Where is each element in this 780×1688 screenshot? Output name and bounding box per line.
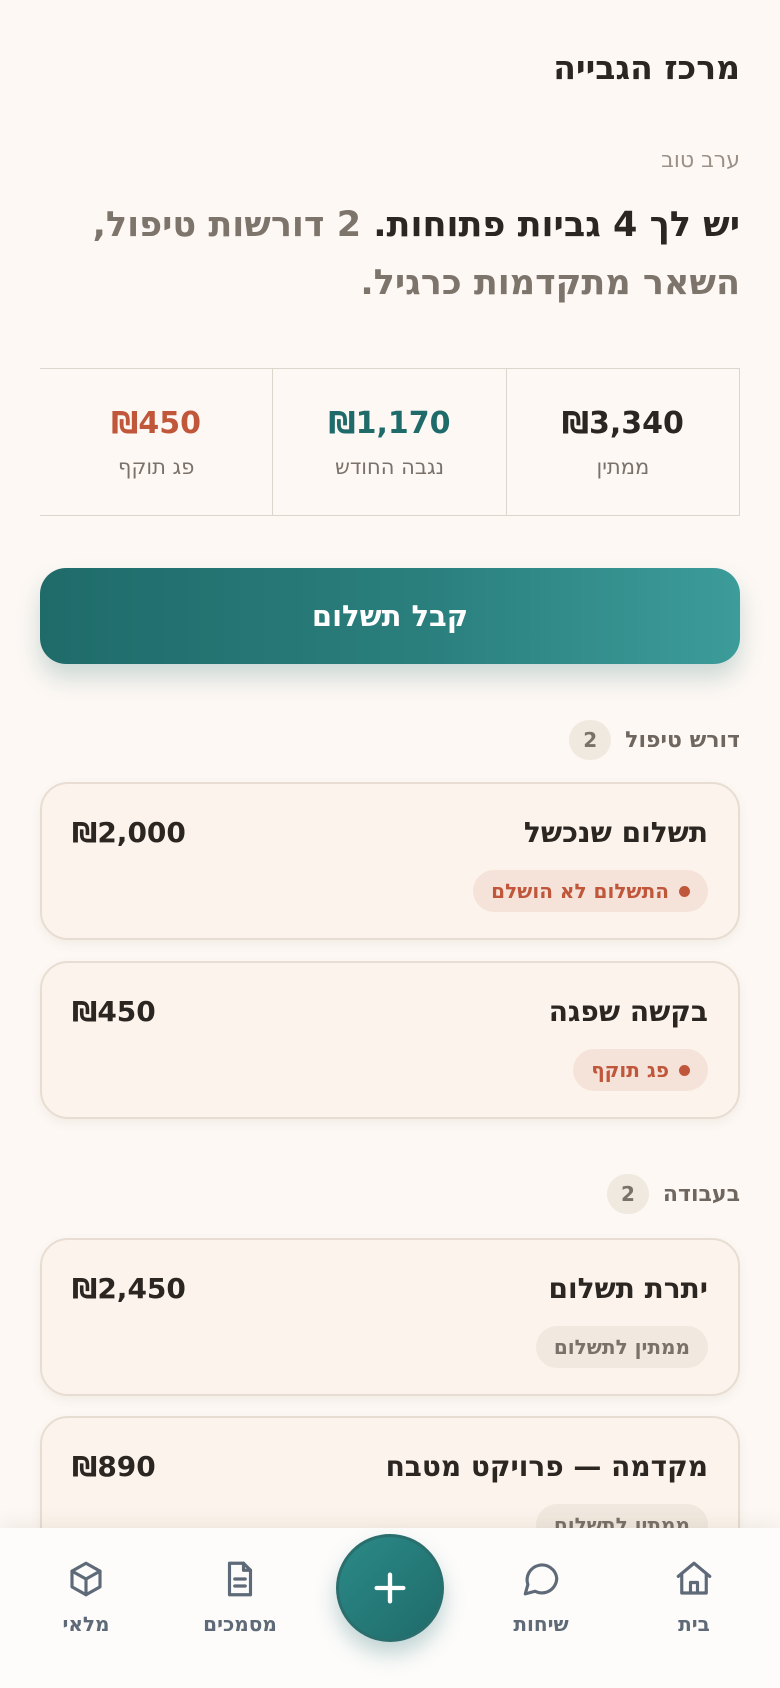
greeting-text: ערב טוב	[661, 148, 740, 173]
stats-panel: ₪3,340 ממתין ₪1,170 נגבה החודש ₪450 פג ת…	[40, 368, 740, 516]
section-header-in-progress: בעבודה 2	[606, 1174, 740, 1214]
stat-expired-value: ₪450	[111, 405, 202, 441]
summary-open-count: יש לך 4 גביות פתוחות.	[373, 205, 740, 245]
card-amount: ₪450	[72, 995, 156, 1028]
status-badge-label: ממתין לתשלום	[553, 1335, 690, 1359]
stat-collected-value: ₪1,170	[328, 405, 451, 441]
card-amount: ₪890	[72, 1450, 156, 1483]
nav-item-inventory[interactable]: מלאי	[26, 1558, 146, 1636]
nav-label-chats: שיחות	[513, 1612, 569, 1636]
stat-pending-label: ממתין	[596, 454, 650, 479]
bottom-nav: בית שיחות מסמכים מלאי	[0, 1528, 780, 1688]
stat-expired-label: פג תוקף	[118, 454, 195, 479]
status-dot-icon	[679, 1064, 690, 1076]
status-badge-label: פג תוקף	[591, 1058, 669, 1082]
collection-card-balance[interactable]: יתרת תשלום ₪2,450 ממתין לתשלום	[40, 1238, 740, 1396]
status-badge: התשלום לא הושלם	[473, 870, 708, 912]
section-count-attention: 2	[569, 720, 612, 760]
collection-card-expired-request[interactable]: בקשה שפגה ₪450 פג תוקף	[40, 961, 740, 1119]
add-button[interactable]	[336, 1534, 444, 1642]
section-count-in-progress: 2	[606, 1174, 649, 1214]
nav-item-documents[interactable]: מסמכים	[180, 1558, 300, 1636]
section-title-attention: דורש טיפול	[625, 727, 740, 753]
nav-item-chats[interactable]: שיחות	[481, 1558, 601, 1636]
document-icon	[227, 1561, 253, 1597]
page-title: מרכז הגבייה	[553, 48, 740, 87]
collections-screen: מרכז הגבייה ערב טוב יש לך 4 גביות פתוחות…	[0, 0, 780, 1688]
section-header-attention: דורש טיפול 2	[569, 720, 740, 760]
nav-label-inventory: מלאי	[62, 1612, 110, 1636]
card-title: מקדמה — פרויקט מטבח	[385, 1450, 708, 1483]
summary-headline: יש לך 4 גביות פתוחות. 2 דורשות טיפול, הש…	[20, 196, 740, 312]
card-amount: ₪2,000	[72, 816, 186, 849]
nav-label-home: בית	[678, 1612, 710, 1636]
chat-bubble-icon	[523, 1563, 559, 1596]
nav-item-home[interactable]: בית	[634, 1558, 754, 1636]
collection-card-failed-payment[interactable]: תשלום שנכשל ₪2,000 התשלום לא הושלם	[40, 782, 740, 940]
stat-pending: ₪3,340 ממתין	[505, 369, 739, 515]
box-icon	[70, 1561, 102, 1597]
nav-label-documents: מסמכים	[203, 1612, 277, 1636]
stat-collected-label: נגבה החודש	[334, 454, 445, 479]
stat-collected: ₪1,170 נגבה החודש	[272, 369, 505, 515]
section-title-in-progress: בעבודה	[662, 1181, 740, 1207]
card-amount: ₪2,450	[72, 1272, 186, 1305]
receive-payment-button[interactable]: קבל תשלום	[40, 568, 740, 664]
home-icon	[676, 1561, 712, 1595]
plus-icon	[374, 1572, 406, 1604]
status-badge: פג תוקף	[573, 1049, 708, 1091]
card-title: יתרת תשלום	[548, 1272, 708, 1305]
stat-pending-value: ₪3,340	[561, 405, 684, 441]
status-dot-icon	[679, 885, 690, 897]
status-badge: ממתין לתשלום	[535, 1326, 708, 1368]
status-badge-label: התשלום לא הושלם	[491, 879, 669, 903]
card-title: תשלום שנכשל	[523, 816, 708, 849]
stat-expired: ₪450 פג תוקף	[40, 369, 272, 515]
card-title: בקשה שפגה	[548, 995, 708, 1028]
